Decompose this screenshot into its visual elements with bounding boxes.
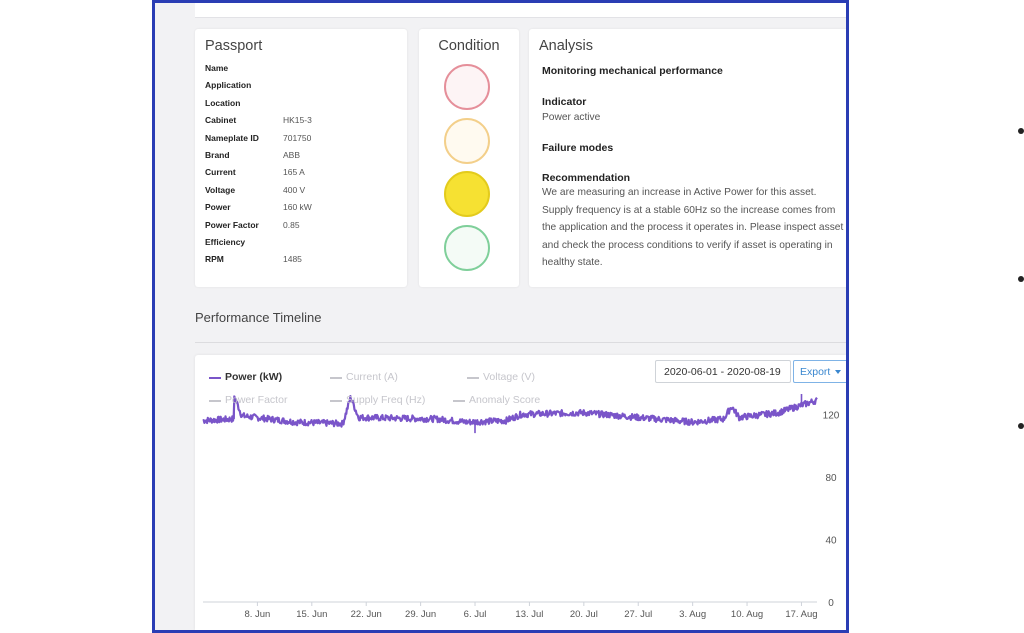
legend-label: Supply Freq (Hz) bbox=[346, 394, 426, 406]
failure-modes-label: Failure modes bbox=[542, 142, 614, 154]
condition-title: Condition bbox=[438, 38, 500, 54]
x-tick-label: 15. Jun bbox=[296, 609, 327, 620]
legend-label: Current (A) bbox=[346, 371, 398, 383]
export-label: Export bbox=[800, 366, 831, 378]
passport-label: Cabinet bbox=[205, 115, 237, 126]
indicator-value: Power active bbox=[542, 112, 601, 123]
condition-light-yellow bbox=[444, 171, 490, 217]
y-tick-label: 0 bbox=[828, 598, 834, 609]
passport-value: HK15-3 bbox=[283, 115, 312, 126]
legend-swatch bbox=[330, 377, 342, 379]
y-tick-label: 40 bbox=[825, 535, 837, 546]
passport-value: 400 V bbox=[283, 184, 306, 195]
app-window: Passport Name Application Location Cabinet H… bbox=[152, 0, 849, 633]
x-tick-label: 27. Jul bbox=[624, 609, 652, 620]
y-tick-label: 120 bbox=[823, 410, 840, 421]
condition-card: Condition bbox=[419, 29, 519, 287]
legend-swatch bbox=[467, 377, 479, 379]
legend-label: Anomaly Score bbox=[469, 394, 541, 406]
x-tick-label: 10. Aug bbox=[731, 609, 763, 620]
passport-value: 1485 bbox=[283, 254, 302, 265]
x-tick-label: 13. Jul bbox=[515, 609, 543, 620]
analysis-headline: Monitoring mechanical performance bbox=[542, 65, 723, 77]
analysis-title: Analysis bbox=[539, 38, 593, 54]
legend-swatch bbox=[209, 377, 221, 379]
y-tick-label: 80 bbox=[825, 473, 837, 484]
passport-label: Nameplate ID bbox=[205, 132, 259, 143]
passport-label: Brand bbox=[205, 150, 230, 160]
passport-label: Location bbox=[205, 97, 241, 108]
legend-label: Power (kW) bbox=[225, 371, 283, 383]
legend-label: Power Factor bbox=[225, 394, 288, 406]
passport-label: RPM bbox=[205, 254, 224, 265]
recommendation-label: Recommendation bbox=[542, 172, 631, 184]
performance-chart-card: 0 40 80 120 8. Jun 15. Jun 22. Jun 29. Jun 6. Ju… bbox=[195, 355, 846, 630]
x-tick-label: 22. Jun bbox=[351, 609, 382, 620]
legend-label: Voltage (V) bbox=[483, 371, 535, 383]
passport-value: 701750 bbox=[283, 132, 312, 143]
condition-light-green bbox=[444, 224, 490, 271]
x-tick-label: 8. Jun bbox=[244, 609, 270, 620]
timeline-title: Performance Timeline bbox=[195, 310, 322, 325]
date-range-picker[interactable]: 2020-06-01 - 2020-08-19 bbox=[655, 360, 791, 383]
passport-label: Current bbox=[205, 167, 236, 178]
caret-down-icon bbox=[835, 370, 842, 375]
recommendation-text: We are measuring an increase in Active P… bbox=[542, 187, 844, 268]
passport-label: Power bbox=[205, 202, 231, 213]
bullet-dot bbox=[1018, 423, 1024, 429]
export-button[interactable]: Export bbox=[793, 360, 846, 383]
condition-light-amber bbox=[444, 117, 490, 164]
passport-label: Power Factor bbox=[205, 219, 259, 230]
passport-title: Passport bbox=[205, 38, 263, 54]
top-bar bbox=[195, 3, 846, 18]
passport-label: Name bbox=[205, 63, 229, 73]
passport-label: Voltage bbox=[205, 184, 236, 195]
bullet-dot bbox=[1018, 276, 1024, 282]
passport-label: Application bbox=[205, 80, 252, 91]
x-tick-label: 17. Aug bbox=[785, 609, 817, 620]
bullet-dot bbox=[1018, 128, 1024, 134]
condition-light-red bbox=[444, 64, 490, 110]
passport-value: ABB bbox=[283, 150, 301, 160]
x-tick-label: 29. Jun bbox=[405, 609, 436, 620]
legend-swatch bbox=[330, 400, 342, 402]
legend-swatch bbox=[453, 400, 465, 402]
passport-value: 165 A bbox=[283, 167, 305, 178]
indicator-label: Indicator bbox=[542, 96, 587, 108]
timeline-divider bbox=[195, 342, 846, 343]
passport-label: Efficiency bbox=[205, 237, 246, 247]
passport-value: 0.85 bbox=[283, 219, 300, 230]
x-tick-label: 20. Jul bbox=[570, 609, 598, 620]
legend-swatch bbox=[209, 400, 221, 402]
x-tick-label: 6. Jul bbox=[464, 609, 487, 620]
passport-value: 160 kW bbox=[283, 202, 312, 213]
passport-card: Passport Name Application Location Cabinet H… bbox=[195, 29, 407, 287]
x-tick-label: 3. Aug bbox=[679, 609, 706, 620]
analysis-card: Analysis Monitoring mechanical performan… bbox=[529, 29, 846, 287]
